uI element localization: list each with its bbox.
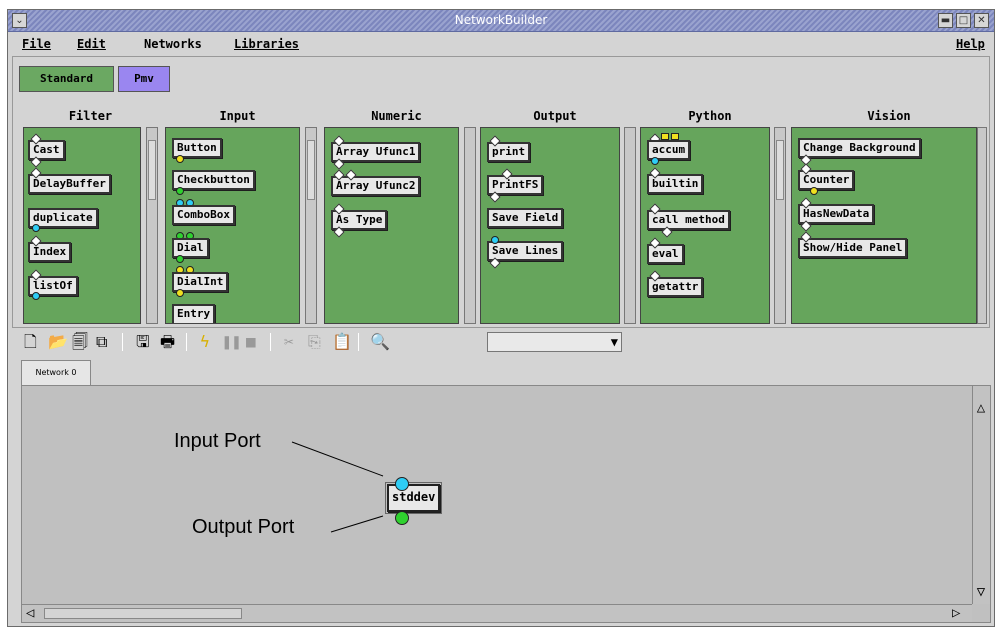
output-port-icon	[176, 255, 184, 263]
category-python-title: Python	[688, 109, 732, 123]
output-scrollbar[interactable]	[624, 127, 636, 324]
close-button[interactable]: ✕	[974, 13, 989, 28]
node-hasnewdata[interactable]: HasNewData	[798, 204, 875, 224]
output-port-icon	[810, 187, 818, 195]
scroll-thumb[interactable]	[148, 140, 156, 200]
category-vision-panel: Change Background Counter HasNewData Sho…	[791, 127, 977, 324]
toolbar-separator	[186, 333, 187, 351]
network-builder-window: ⌄ NetworkBuilder ▬ □ ✕ File Edit Network…	[7, 9, 995, 627]
menu-file[interactable]: File	[22, 37, 51, 51]
numeric-scrollbar[interactable]	[464, 127, 476, 324]
output-port-icon	[32, 224, 40, 232]
scroll-left-icon[interactable]: ◁	[26, 605, 34, 621]
scroll-up-icon[interactable]: △	[975, 400, 987, 430]
input-port-icon	[491, 236, 499, 244]
input-port-icon	[661, 133, 669, 140]
node-change-background[interactable]: Change Background	[798, 138, 921, 158]
input-scrollbar[interactable]	[305, 127, 317, 324]
tab-pmv[interactable]: Pmv	[118, 66, 170, 92]
merge-network-icon[interactable]: ⧉	[96, 334, 107, 350]
chevron-down-icon[interactable]: ▼	[611, 335, 618, 349]
cut-icon[interactable]: ✂	[284, 334, 294, 350]
menu-bar: File Edit Networks Libraries Help	[8, 33, 994, 55]
scroll-right-icon[interactable]: ▷	[952, 605, 960, 621]
copy-icon[interactable]: ⎘	[308, 334, 321, 350]
node-entry[interactable]: Entry	[172, 304, 216, 323]
node-library-palette: Standard Pmv Filter Cast DelayBuffer dup…	[12, 56, 990, 328]
output-port-icon	[176, 155, 184, 163]
window-title: NetworkBuilder	[454, 13, 548, 27]
save-icon[interactable]: 🖫	[136, 334, 150, 350]
run-icon[interactable]: ϟ	[200, 334, 210, 350]
print-icon[interactable]: 🖶	[160, 334, 175, 350]
menu-edit[interactable]: Edit	[77, 37, 106, 51]
category-python-panel: accum builtin call method eval getattr	[640, 127, 770, 324]
category-input-title: Input	[219, 109, 256, 123]
output-port-icon	[32, 292, 40, 300]
node-save-field[interactable]: Save Field	[487, 208, 564, 228]
category-filter-title: Filter	[68, 109, 113, 123]
category-numeric-title: Numeric	[371, 109, 422, 123]
search-combo[interactable]: ▼	[487, 332, 622, 352]
menu-help[interactable]: Help	[956, 37, 985, 51]
category-vision-title: Vision	[867, 109, 911, 123]
category-input-panel: Button Checkbutton ComboBox Dial DialInt…	[165, 127, 300, 324]
annotation-lines	[291, 441, 384, 533]
scroll-thumb[interactable]	[307, 140, 315, 200]
tab-standard[interactable]: Standard	[19, 66, 114, 92]
output-port-annotation: Output Port	[192, 516, 295, 538]
network-canvas[interactable]: Input Port Output Port stddev △ ▽ ◁ ▷	[21, 385, 991, 623]
toolbar: 🗋 📂 🗐 ⧉ 🖫 🖶 ϟ ❚❚ ■ ✂ ⎘ 📋 🔍 ▼	[12, 328, 990, 356]
menu-libraries[interactable]: Libraries	[234, 37, 299, 51]
node-checkbutton[interactable]: Checkbutton	[172, 170, 255, 190]
output-port-icon	[651, 157, 659, 165]
maximize-button[interactable]: □	[956, 13, 971, 28]
input-port-leader-line	[291, 441, 384, 477]
category-output-title: Output	[533, 109, 577, 123]
node-delaybuffer[interactable]: DelayBuffer	[28, 174, 111, 194]
toolbar-separator	[358, 333, 359, 351]
python-scrollbar[interactable]	[774, 127, 786, 324]
scroll-thumb[interactable]	[776, 140, 784, 200]
canvas-vertical-scrollbar[interactable]: △ ▽	[972, 386, 990, 604]
toolbar-separator	[122, 333, 123, 351]
node-combobox[interactable]: ComboBox	[172, 205, 235, 225]
node-call-method[interactable]: call method	[647, 210, 730, 230]
input-port-annotation: Input Port	[174, 430, 261, 452]
output-port-icon[interactable]	[395, 511, 409, 525]
node-array-ufunc1[interactable]: Array Ufunc1	[331, 142, 421, 162]
tab-network-0[interactable]: Network 0	[21, 360, 91, 385]
output-port-leader-line	[330, 515, 384, 533]
input-port-icon	[671, 133, 679, 140]
paste-icon[interactable]: 📋	[332, 334, 352, 350]
category-numeric-panel: Array Ufunc1 Array Ufunc2 As Type	[324, 127, 459, 324]
node-show-hide-panel[interactable]: Show/Hide Panel	[798, 238, 908, 258]
open-folder-icon[interactable]: 📂	[48, 334, 68, 350]
stop-icon[interactable]: ■	[246, 334, 256, 350]
node-stddev[interactable]: stddev	[384, 482, 443, 514]
new-file-icon[interactable]: 🗋	[24, 334, 37, 350]
category-filter-panel: Cast DelayBuffer duplicate Index listOf	[23, 127, 141, 324]
find-icon[interactable]: 🔍	[370, 334, 390, 350]
pause-icon[interactable]: ❚❚	[222, 334, 241, 350]
title-bar[interactable]: ⌄ NetworkBuilder ▬ □ ✕	[8, 10, 994, 32]
canvas-horizontal-scrollbar[interactable]: ◁ ▷	[22, 604, 972, 622]
filter-scrollbar[interactable]	[146, 127, 158, 324]
node-array-ufunc2[interactable]: Array Ufunc2	[331, 176, 421, 196]
open-network-icon[interactable]: 🗐	[72, 334, 88, 350]
minimize-button[interactable]: ▬	[938, 13, 953, 28]
output-port-icon	[176, 289, 184, 297]
node-save-lines[interactable]: Save Lines	[487, 241, 564, 261]
output-port-icon	[176, 187, 184, 195]
menu-networks[interactable]: Networks	[144, 37, 202, 51]
scroll-thumb[interactable]	[44, 608, 242, 619]
input-port-icon[interactable]	[395, 477, 409, 491]
toolbar-separator	[270, 333, 271, 351]
vision-scrollbar[interactable]	[977, 127, 987, 324]
category-output-panel: print PrintFS Save Field Save Lines	[480, 127, 620, 324]
scroll-down-icon[interactable]: ▽	[975, 584, 987, 600]
